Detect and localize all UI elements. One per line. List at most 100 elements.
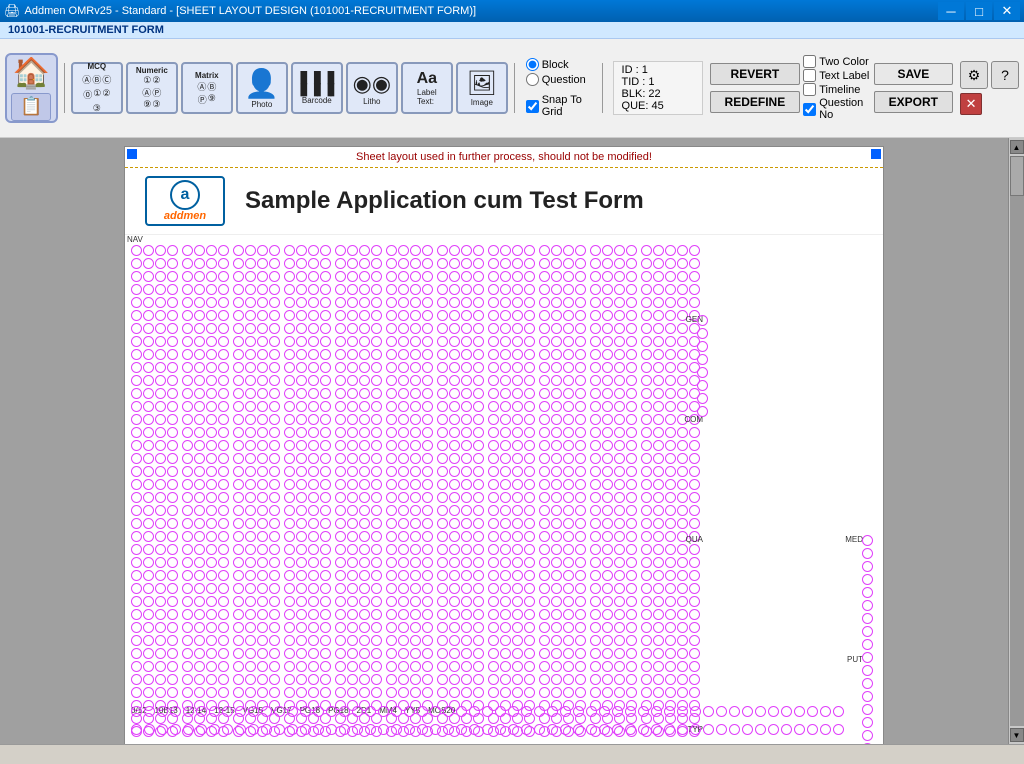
omr-bubble[interactable] xyxy=(512,518,523,529)
omr-bubble[interactable] xyxy=(308,531,319,542)
omr-bubble[interactable] xyxy=(167,531,178,542)
omr-bubble[interactable] xyxy=(524,362,535,373)
omr-bubble[interactable] xyxy=(512,336,523,347)
omr-bubble[interactable] xyxy=(602,388,613,399)
omr-bubble[interactable] xyxy=(182,492,193,503)
omr-bubble[interactable] xyxy=(143,323,154,334)
omr-bubble[interactable] xyxy=(551,414,562,425)
omr-bubble[interactable] xyxy=(284,427,295,438)
omr-bubble[interactable] xyxy=(524,518,535,529)
omr-bubble[interactable] xyxy=(665,310,676,321)
redefine-button[interactable]: REDEFINE xyxy=(710,91,801,113)
omr-bubble[interactable] xyxy=(626,661,637,672)
omr-bubble[interactable] xyxy=(182,453,193,464)
omr-bubble[interactable] xyxy=(296,570,307,581)
omr-bubble[interactable] xyxy=(308,297,319,308)
omr-bubble[interactable] xyxy=(524,466,535,477)
omr-bubble[interactable] xyxy=(653,609,664,620)
omr-bubble[interactable] xyxy=(575,440,586,451)
omr-bubble[interactable] xyxy=(590,518,601,529)
omr-bubble[interactable] xyxy=(233,401,244,412)
omr-bubble[interactable] xyxy=(461,531,472,542)
omr-bubble[interactable] xyxy=(398,622,409,633)
omr-bubble[interactable] xyxy=(218,427,229,438)
omr-bubble[interactable] xyxy=(461,544,472,555)
omr-bubble[interactable] xyxy=(689,453,700,464)
omr-bubble[interactable] xyxy=(386,518,397,529)
bottom-omr-bubble[interactable] xyxy=(261,724,272,735)
omr-bubble[interactable] xyxy=(335,518,346,529)
omr-bubble[interactable] xyxy=(653,310,664,321)
bottom-omr-bubble[interactable] xyxy=(742,724,753,735)
omr-bubble[interactable] xyxy=(359,414,370,425)
omr-bubble[interactable] xyxy=(665,518,676,529)
bottom-omr-bubble-2[interactable] xyxy=(781,706,792,717)
omr-bubble[interactable] xyxy=(167,687,178,698)
omr-bubble[interactable] xyxy=(371,622,382,633)
bottom-omr-bubble-2[interactable] xyxy=(807,706,818,717)
omr-bubble[interactable] xyxy=(614,518,625,529)
omr-bubble[interactable] xyxy=(449,661,460,672)
omr-bubble[interactable] xyxy=(359,427,370,438)
omr-bubble[interactable] xyxy=(386,687,397,698)
omr-bubble[interactable] xyxy=(512,310,523,321)
omr-bubble[interactable] xyxy=(296,609,307,620)
omr-bubble[interactable] xyxy=(167,466,178,477)
omr-bubble[interactable] xyxy=(284,271,295,282)
omr-bubble[interactable] xyxy=(308,401,319,412)
omr-bubble[interactable] xyxy=(194,648,205,659)
omr-bubble[interactable] xyxy=(245,609,256,620)
omr-bubble[interactable] xyxy=(320,661,331,672)
omr-bubble[interactable] xyxy=(626,401,637,412)
omr-bubble[interactable] xyxy=(296,531,307,542)
omr-bubble[interactable] xyxy=(218,388,229,399)
omr-bubble[interactable] xyxy=(245,687,256,698)
omr-bubble[interactable] xyxy=(218,453,229,464)
omr-bubble[interactable] xyxy=(347,687,358,698)
omr-bubble[interactable] xyxy=(131,336,142,347)
omr-bubble[interactable] xyxy=(641,674,652,685)
omr-bubble[interactable] xyxy=(422,323,433,334)
omr-bubble[interactable] xyxy=(563,297,574,308)
omr-bubble[interactable] xyxy=(359,336,370,347)
omr-bubble[interactable] xyxy=(665,492,676,503)
omr-bubble[interactable] xyxy=(677,622,688,633)
omr-bubble[interactable] xyxy=(308,544,319,555)
omr-bubble[interactable] xyxy=(614,375,625,386)
omr-bubble[interactable] xyxy=(269,466,280,477)
omr-bubble[interactable] xyxy=(347,635,358,646)
omr-bubble[interactable] xyxy=(347,453,358,464)
omr-bubble[interactable] xyxy=(218,258,229,269)
omr-bubble[interactable] xyxy=(371,583,382,594)
omr-bubble[interactable] xyxy=(371,440,382,451)
omr-bubble[interactable] xyxy=(488,648,499,659)
bottom-omr-bubble[interactable] xyxy=(534,724,545,735)
omr-bubble[interactable] xyxy=(386,531,397,542)
omr-bubble[interactable] xyxy=(335,596,346,607)
omr-bubble[interactable] xyxy=(359,453,370,464)
omr-bubble[interactable] xyxy=(563,310,574,321)
omr-bubble[interactable] xyxy=(182,427,193,438)
omr-bubble[interactable] xyxy=(218,674,229,685)
omr-bubble[interactable] xyxy=(296,687,307,698)
omr-bubble[interactable] xyxy=(524,284,535,295)
omr-bubble[interactable] xyxy=(614,479,625,490)
two-color-row[interactable]: Two Color xyxy=(803,55,870,68)
omr-bubble[interactable] xyxy=(386,466,397,477)
omr-bubble[interactable] xyxy=(284,505,295,516)
omr-bubble[interactable] xyxy=(512,271,523,282)
omr-bubble[interactable] xyxy=(410,609,421,620)
omr-bubble[interactable] xyxy=(665,531,676,542)
omr-bubble[interactable] xyxy=(602,258,613,269)
omr-bubble[interactable] xyxy=(500,557,511,568)
omr-bubble[interactable] xyxy=(155,544,166,555)
omr-bubble[interactable] xyxy=(473,635,484,646)
omr-bubble[interactable] xyxy=(590,401,601,412)
omr-bubble[interactable] xyxy=(539,310,550,321)
omr-bubble[interactable] xyxy=(626,414,637,425)
omr-bubble[interactable] xyxy=(320,466,331,477)
omr-bubble[interactable] xyxy=(245,271,256,282)
omr-bubble[interactable] xyxy=(575,531,586,542)
omr-bubble[interactable] xyxy=(590,544,601,555)
bottom-omr-bubble[interactable] xyxy=(625,724,636,735)
